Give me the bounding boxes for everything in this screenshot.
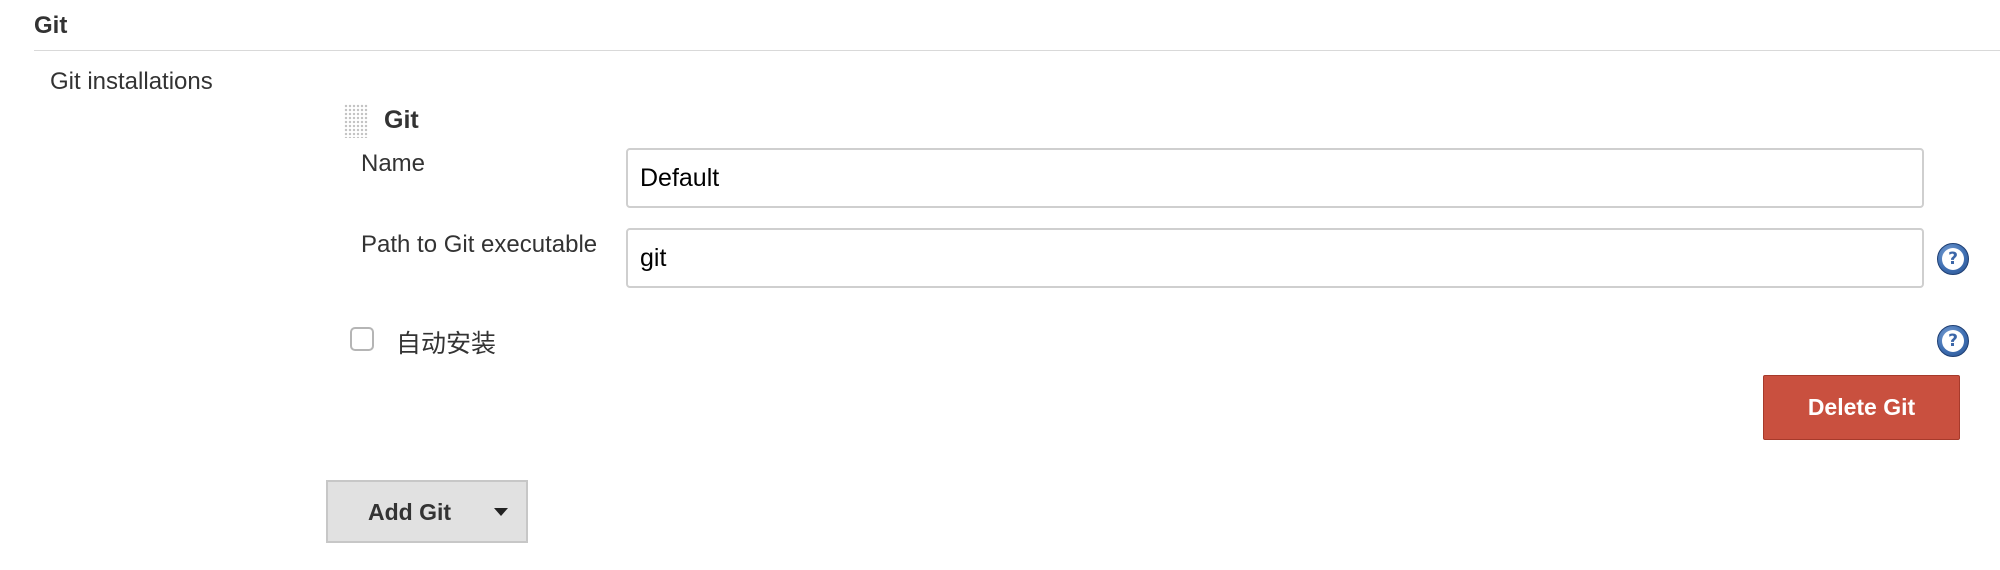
name-label: Name: [361, 150, 426, 177]
git-installations-label: Git installations: [50, 68, 213, 95]
git-installation-title: Git: [384, 106, 419, 134]
delete-git-button[interactable]: Delete Git: [1763, 375, 1960, 440]
path-input[interactable]: [626, 228, 1924, 288]
auto-install-help-icon[interactable]: ?: [1937, 325, 1969, 357]
name-input[interactable]: [626, 148, 1924, 208]
section-title: Git: [34, 12, 68, 39]
auto-install-checkbox[interactable]: [350, 327, 374, 351]
add-git-label: Add Git: [368, 499, 452, 525]
drag-handle-icon[interactable]: [344, 104, 368, 138]
auto-install-label: 自动安装: [396, 329, 497, 358]
caret-down-icon[interactable]: [494, 508, 508, 516]
add-git-button[interactable]: Add Git: [326, 480, 528, 543]
path-label: Path to Git executable: [361, 231, 598, 258]
section-header: Git: [34, 10, 2000, 51]
path-help-icon[interactable]: ?: [1937, 243, 1969, 275]
